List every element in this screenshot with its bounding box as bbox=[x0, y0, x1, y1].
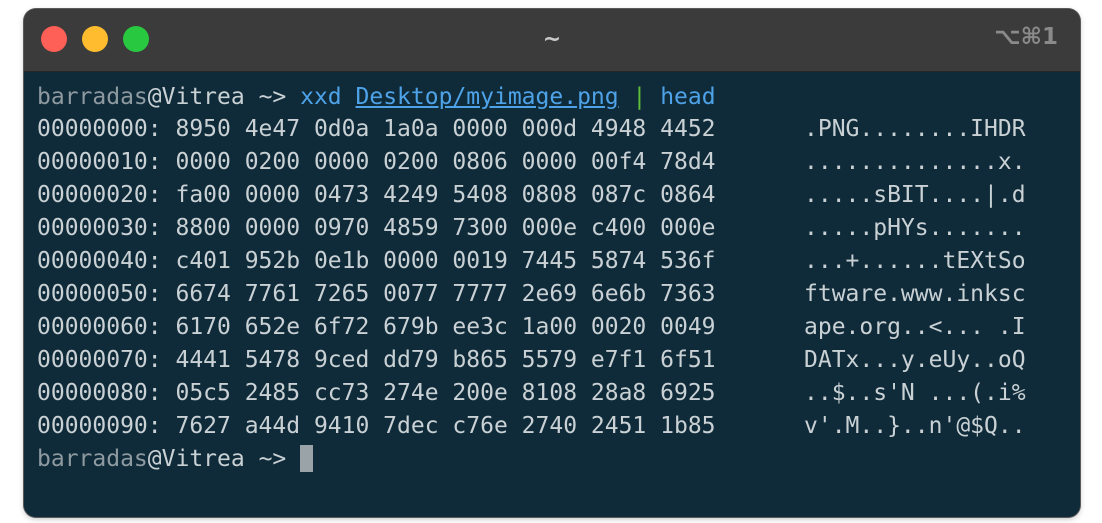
ascii-row: ..............x. bbox=[804, 149, 1026, 175]
ascii-row: v'.M..}..n'@$Q.. bbox=[804, 413, 1026, 439]
command-name: xxd bbox=[300, 84, 342, 110]
ascii-row: .....sBIT....|.d bbox=[804, 182, 1026, 208]
prompt-user: barradas bbox=[37, 84, 148, 110]
hex-row: 00000090: 7627 a44d 9410 7dec c76e 2740 … bbox=[37, 413, 716, 439]
pipe-symbol: | bbox=[632, 84, 647, 110]
prompt-user: barradas bbox=[37, 446, 148, 472]
ascii-row: ...+......tEXtSo bbox=[804, 248, 1026, 274]
hex-row: 00000030: 8800 0000 0970 4859 7300 000e … bbox=[37, 215, 716, 241]
prompt-host: @Vitrea bbox=[147, 446, 245, 472]
hex-row: 00000020: fa00 0000 0473 4249 5408 0808 … bbox=[37, 182, 716, 208]
prompt-host: @Vitrea bbox=[147, 84, 245, 110]
hex-row: 00000040: c401 952b 0e1b 0000 0019 7445 … bbox=[37, 248, 716, 274]
hex-row: 00000080: 05c5 2485 cc73 274e 200e 8108 … bbox=[37, 380, 716, 406]
file-path-link[interactable]: Desktop/myimage.png bbox=[356, 84, 619, 110]
hex-row: 00000060: 6170 652e 6f72 679b ee3c 1a00 … bbox=[37, 314, 716, 340]
title-bar: ~ ⌥⌘1 bbox=[24, 9, 1080, 72]
hex-row: 00000010: 0000 0200 0000 0200 0806 0000 … bbox=[37, 149, 716, 175]
ascii-row: ape.org..<... .I bbox=[804, 314, 1026, 340]
ascii-row: .....pHYs....... bbox=[804, 215, 1026, 241]
ascii-row: .PNG........IHDR bbox=[804, 116, 1026, 142]
command-line: barradas@Vitrea ~> xxd Desktop/myimage.p… bbox=[37, 82, 716, 112]
ascii-row: ftware.www.inksc bbox=[804, 281, 1026, 307]
hex-row: 00000050: 6674 7761 7265 0077 7777 2e69 … bbox=[37, 281, 716, 307]
text-cursor bbox=[300, 445, 314, 472]
hex-row: 00000070: 4441 5478 9ced dd79 b865 5579 … bbox=[37, 347, 716, 373]
ascii-row: DATx...y.eUy..oQ bbox=[804, 347, 1026, 373]
hex-row: 00000000: 8950 4e47 0d0a 1a0a 0000 000d … bbox=[37, 116, 716, 142]
window-title: ~ bbox=[542, 27, 562, 52]
terminal-content[interactable]: barradas@Vitrea ~> xxd Desktop/myimage.p… bbox=[24, 72, 1080, 517]
prompt-line[interactable]: barradas@Vitrea ~> bbox=[37, 444, 314, 474]
command-name-2: head bbox=[660, 84, 716, 110]
terminal-window: ~ ⌥⌘1 barradas@Vitrea ~> xxd Desktop/myi… bbox=[24, 9, 1080, 517]
prompt-arrow: ~> bbox=[244, 84, 301, 110]
prompt-arrow: ~> bbox=[244, 446, 301, 472]
ascii-row: ..$..s'N ...(.i% bbox=[804, 380, 1026, 406]
window-shortcut-label: ⌥⌘1 bbox=[994, 24, 1058, 50]
